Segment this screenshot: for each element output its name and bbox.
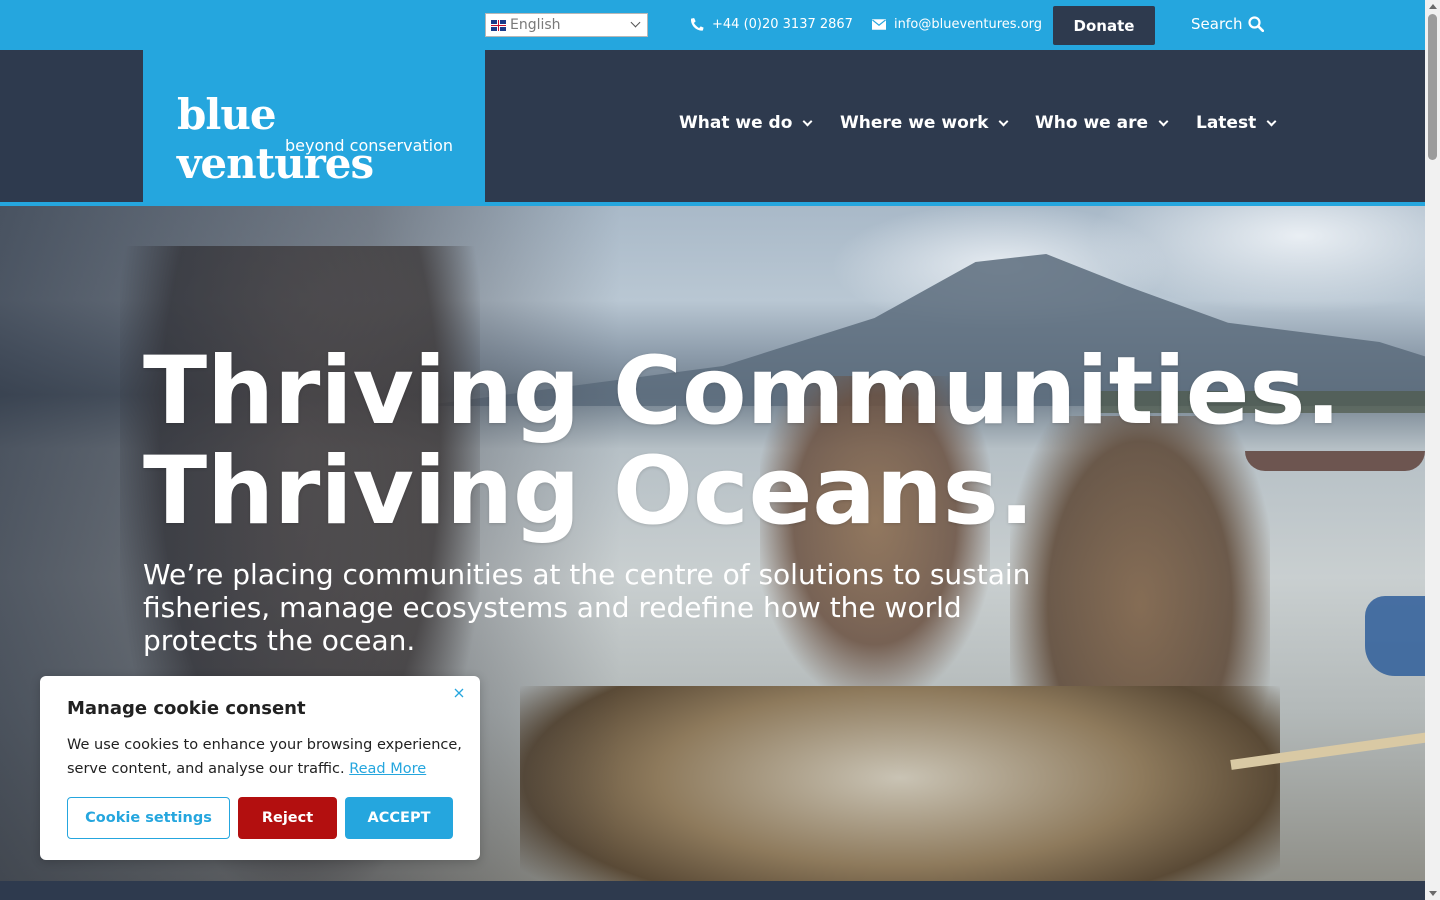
chevron-down-icon <box>999 116 1009 126</box>
chevron-down-icon <box>1158 116 1169 126</box>
email-address: info@blueventures.org <box>894 17 1043 32</box>
scroll-up-icon[interactable] <box>1429 4 1437 9</box>
scroll-down-icon[interactable] <box>1429 891 1437 896</box>
site-logo[interactable]: blue ventures beyond conservation <box>143 50 485 202</box>
language-label: English <box>510 17 561 33</box>
uk-flag-icon <box>491 19 506 31</box>
chevron-down-icon <box>802 116 813 126</box>
cookie-settings-button[interactable]: Cookie settings <box>67 797 230 839</box>
envelope-icon <box>872 19 886 30</box>
nav-item-latest[interactable]: Latest <box>1196 113 1277 133</box>
language-select[interactable]: English <box>485 13 648 37</box>
nav-label: Who we are <box>1035 113 1148 133</box>
phone-icon <box>691 18 704 31</box>
next-section <box>0 881 1425 900</box>
scroll-thumb[interactable] <box>1428 14 1437 160</box>
nav-label: What we do <box>679 113 793 133</box>
nav-item-what-we-do[interactable]: What we do <box>679 113 813 133</box>
email-link[interactable]: info@blueventures.org <box>872 17 1042 32</box>
nav-label: Where we work <box>840 113 989 133</box>
cookie-consent-dialog: Manage cookie consent We use cookies to … <box>40 676 480 860</box>
hero-title-line: Thriving Oceans. <box>143 437 1035 546</box>
close-icon[interactable] <box>452 686 466 700</box>
nav-item-where-we-work[interactable]: Where we work <box>840 113 1009 133</box>
search-icon <box>1247 16 1264 32</box>
chevron-down-icon <box>1266 116 1277 126</box>
nav-item-who-we-are[interactable]: Who we are <box>1035 113 1169 133</box>
search-button[interactable]: Search <box>1191 15 1264 33</box>
chevron-down-icon <box>630 17 641 28</box>
nav-label: Latest <box>1196 113 1257 133</box>
hero-subtitle: We’re placing communities at the centre … <box>143 558 1031 657</box>
logo-tagline: beyond conservation <box>285 136 454 155</box>
search-label: Search <box>1191 15 1243 33</box>
donate-button[interactable]: Donate <box>1053 6 1155 45</box>
phone-link[interactable]: +44 (0)20 3137 2867 <box>691 17 853 32</box>
phone-number: +44 (0)20 3137 2867 <box>712 17 853 32</box>
reject-button[interactable]: Reject <box>238 797 337 839</box>
hero-title-line: Thriving Communities. <box>143 337 1342 446</box>
top-bar: English +44 (0)20 3137 2867 info@blueven… <box>0 0 1425 50</box>
accept-button[interactable]: ACCEPT <box>345 797 453 839</box>
cookie-title: Manage cookie consent <box>67 698 306 719</box>
read-more-link[interactable]: Read More <box>349 761 426 777</box>
cookie-text: We use cookies to enhance your browsing … <box>67 733 462 781</box>
hero-image-fish-net <box>520 686 1280 881</box>
hero-title: Thriving Communities. Thriving Oceans. <box>143 342 1341 542</box>
hero-image-boat <box>1365 596 1425 676</box>
page-scrollbar[interactable] <box>1425 0 1440 900</box>
